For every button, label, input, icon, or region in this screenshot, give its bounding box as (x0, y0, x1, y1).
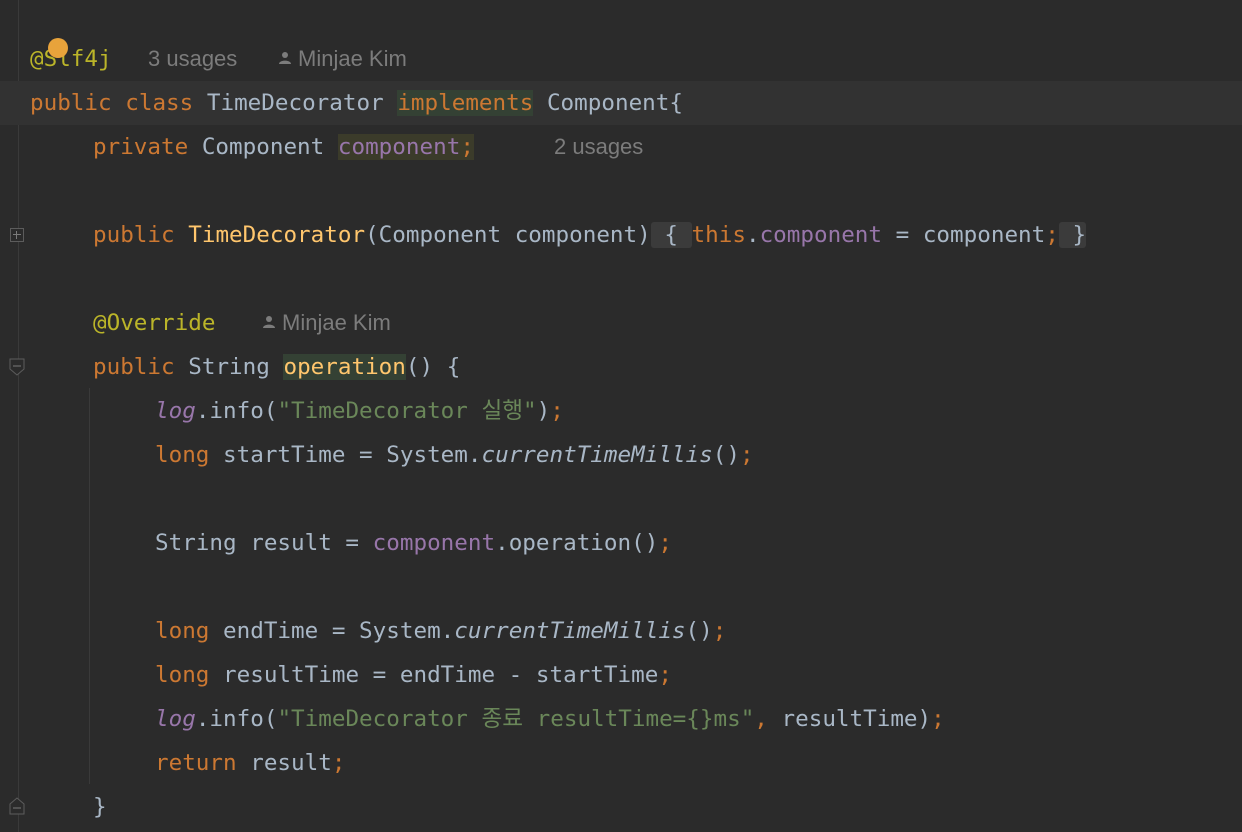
return-statement: return result; (155, 741, 345, 785)
semicolon: ; (658, 530, 672, 556)
code-line-16[interactable]: log.info("TimeDecorator 종료 resultTime={}… (0, 697, 1242, 741)
result-time-statement: long resultTime = endTime - startTime; (155, 653, 672, 697)
return-type: String (188, 354, 270, 380)
dot: . (745, 222, 760, 248)
semicolon: ; (460, 134, 474, 160)
person-icon (263, 316, 275, 329)
code-line-1[interactable]: @Slf4j 3 usages Minjae Kim (0, 37, 1242, 81)
semicolon: ; (550, 398, 564, 424)
keyword-long: long (155, 618, 210, 644)
code-line-14[interactable]: long endTime = System.currentTimeMillis(… (0, 609, 1242, 653)
semicolon: ; (1045, 222, 1059, 248)
log-statement: log.info("TimeDecorator 종료 resultTime={}… (155, 697, 945, 741)
class-declaration: public class TimeDecorator implements Co… (30, 81, 683, 125)
constructor-params: (Component component) (365, 222, 651, 248)
static-method: currentTimeMillis (481, 442, 713, 468)
code-line-5[interactable]: public TimeDecorator(Component component… (0, 213, 1242, 257)
method-declaration: public String operation() { (93, 345, 460, 389)
method-call: .info( (195, 706, 278, 732)
constructor-declaration: public TimeDecorator(Component component… (93, 213, 1087, 257)
keyword-long: long (155, 662, 210, 688)
declaration: startTime = System. (209, 442, 482, 468)
folded-close-brace[interactable]: } (1058, 222, 1087, 248)
end-time-statement: long endTime = System.currentTimeMillis(… (155, 609, 726, 653)
keyword-public: public (30, 90, 112, 116)
keyword-this: this (691, 222, 746, 248)
collapse-fold-icon[interactable] (9, 358, 25, 376)
author-name: Minjae Kim (282, 310, 391, 335)
semicolon: ; (658, 662, 672, 688)
code-editor[interactable]: @Slf4j 3 usages Minjae Kim public class … (0, 0, 1242, 832)
keyword-implements: implements (397, 90, 534, 116)
folded-open-brace[interactable]: { (650, 222, 692, 248)
open-brace: { (669, 90, 683, 116)
string-literal: "TimeDecorator 종료 resultTime={}ms" (277, 706, 755, 732)
keyword-public: public (93, 354, 175, 380)
keyword-class: class (125, 90, 194, 116)
comma: , (754, 706, 768, 732)
string-literal: "TimeDecorator 실행" (277, 398, 537, 424)
code-line-8[interactable]: public String operation() { (0, 345, 1242, 389)
declaration: resultTime = endTime - startTime (209, 662, 659, 688)
code-line-18[interactable]: } (0, 785, 1242, 829)
person-icon (279, 52, 291, 65)
code-line-12[interactable]: String result = component.operation(); (0, 521, 1242, 565)
method-signature-rest: () { (405, 354, 461, 380)
static-method: currentTimeMillis (454, 618, 686, 644)
semicolon: ; (739, 442, 754, 468)
call-parens: () (712, 442, 740, 468)
log-statement: log.info("TimeDecorator 실행"); (155, 389, 564, 433)
class-name: TimeDecorator (206, 90, 384, 116)
field-name: component (337, 134, 461, 160)
author-hint[interactable]: Minjae Kim (278, 37, 407, 81)
interface-name: Component (546, 90, 670, 116)
field-ref: component (759, 222, 883, 248)
declaration: String result = (155, 530, 373, 556)
expand-fold-icon[interactable] (10, 228, 24, 242)
method-name: operation (283, 354, 406, 380)
code-line-7[interactable]: @Override Minjae Kim (0, 301, 1242, 345)
keyword-long: long (155, 442, 210, 468)
semicolon: ; (931, 706, 945, 732)
semicolon: ; (712, 618, 727, 644)
change-marker-icon[interactable] (48, 38, 68, 58)
method-close-brace: } (93, 794, 107, 820)
code-line-17[interactable]: return result; (0, 741, 1242, 785)
author-hint[interactable]: Minjae Kim (262, 301, 391, 345)
assignment: = component (882, 222, 1046, 248)
constructor-name: TimeDecorator (188, 222, 366, 248)
field-ref: component (372, 530, 496, 556)
code-line-2[interactable]: public class TimeDecorator implements Co… (0, 81, 1242, 125)
semicolon: ; (331, 750, 346, 776)
usages-hint[interactable]: 3 usages (148, 37, 237, 81)
usages-hint[interactable]: 2 usages (554, 125, 643, 169)
keyword-return: return (155, 750, 237, 776)
return-value: result (236, 750, 332, 776)
start-time-statement: long startTime = System.currentTimeMilli… (155, 433, 754, 477)
author-name: Minjae Kim (298, 46, 407, 71)
declaration: endTime = System. (209, 618, 455, 644)
field-type: Component (201, 134, 325, 160)
close-paren: ) (536, 398, 551, 424)
argument: resultTime) (767, 706, 932, 732)
method-call: .info( (195, 398, 278, 424)
call-parens: () (685, 618, 713, 644)
method-call: .operation() (495, 530, 659, 556)
keyword-public: public (93, 222, 175, 248)
keyword-private: private (93, 134, 189, 160)
code-line-9[interactable]: log.info("TimeDecorator 실행"); (0, 389, 1242, 433)
collapse-fold-icon[interactable] (9, 797, 25, 815)
log-field: log (155, 398, 196, 424)
code-line-15[interactable]: long resultTime = endTime - startTime; (0, 653, 1242, 697)
slf4j-annotation: @Slf4j (30, 46, 112, 72)
log-field: log (155, 706, 196, 732)
code-line-10[interactable]: long startTime = System.currentTimeMilli… (0, 433, 1242, 477)
result-statement: String result = component.operation(); (155, 521, 672, 565)
code-line-3[interactable]: private Component component; 2 usages (0, 125, 1242, 169)
field-declaration: private Component component; (93, 125, 474, 169)
override-annotation: @Override (93, 310, 216, 336)
